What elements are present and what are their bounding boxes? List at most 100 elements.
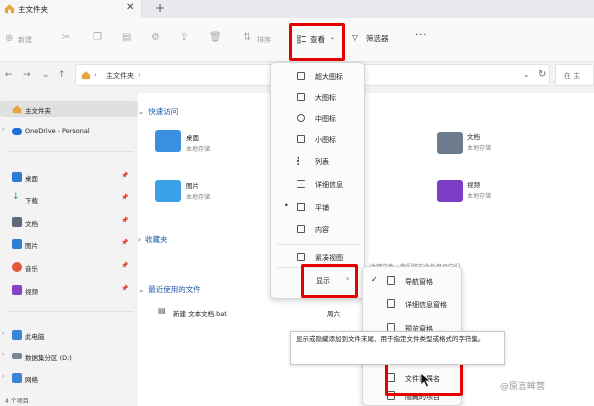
- cut-icon[interactable]: ✂: [62, 32, 74, 44]
- more-options-button[interactable]: ···: [415, 30, 428, 41]
- sidebar-item-home[interactable]: 主文件夹: [0, 101, 138, 117]
- menu-item-label: 详细信息: [315, 181, 343, 189]
- tiles-icon: [297, 203, 305, 211]
- close-tab-icon[interactable]: ✕: [126, 2, 134, 13]
- content-icon: [297, 225, 305, 233]
- tab-title: 主文件夹: [18, 5, 48, 14]
- address-home-icon: [81, 71, 91, 80]
- expand-chevron-icon[interactable]: ›: [2, 351, 4, 358]
- menu-item-show[interactable]: 显示: [316, 276, 330, 286]
- tile-name[interactable]: 桌面: [186, 132, 199, 142]
- refresh-icon[interactable]: ↻: [538, 69, 546, 80]
- menu-item-content[interactable]: 内容: [271, 219, 366, 239]
- menu-item-small-icons[interactable]: 小图标: [271, 129, 366, 149]
- menu-item-medium-icons[interactable]: 中图标: [271, 108, 366, 128]
- tile-name[interactable]: 视频: [467, 179, 480, 189]
- home-icon: [12, 105, 22, 114]
- breadcrumb-separator: ›: [94, 71, 97, 79]
- delete-icon[interactable]: 🗑: [209, 32, 222, 44]
- menu-item-extra-large-icons[interactable]: 超大图标: [271, 66, 366, 86]
- pin-icon: 📌: [121, 285, 129, 292]
- sidebar-item-videos[interactable]: 视频 📌: [0, 282, 138, 298]
- search-box[interactable]: 在 主: [555, 64, 594, 86]
- recent-file-date: 周六: [327, 310, 340, 318]
- small-icons-icon: [297, 135, 305, 143]
- tile-name[interactable]: 图片: [186, 180, 199, 190]
- share-icon[interactable]: ⇪: [180, 32, 192, 44]
- submenu-item-navigation-pane[interactable]: ✓ 导航窗格: [363, 270, 463, 292]
- compact-view-icon: [297, 253, 305, 261]
- back-icon[interactable]: ←: [5, 70, 13, 80]
- sidebar-item-drive-d[interactable]: › 数据集分区 (D:): [0, 348, 138, 364]
- pc-icon: [12, 330, 22, 340]
- recent-file-name[interactable]: 新建 文本文档.bat: [173, 308, 227, 318]
- status-bar-item-count: 4 个项目: [5, 398, 29, 405]
- sidebar-item-label: 音乐: [25, 265, 38, 273]
- search-input[interactable]: 在 主: [564, 71, 580, 81]
- sidebar-item-onedrive[interactable]: › OneDrive - Personal: [0, 123, 138, 139]
- section-title: 快速访问: [148, 107, 179, 116]
- history-chevron-icon[interactable]: ⌄: [42, 70, 50, 80]
- list-icon: [297, 157, 305, 165]
- pin-icon: 📌: [121, 239, 129, 246]
- copy-icon[interactable]: ❐: [93, 32, 105, 44]
- section-recent[interactable]: ⌄ 最近使用的文件: [138, 284, 201, 295]
- forward-icon[interactable]: →: [23, 70, 31, 80]
- section-quick-access[interactable]: ⌄ 快速访问: [138, 106, 178, 117]
- filter-button[interactable]: 筛选器: [366, 33, 389, 44]
- expand-chevron-icon[interactable]: ›: [2, 373, 4, 380]
- details-pane-icon: [387, 299, 395, 308]
- sidebar-item-music[interactable]: 音乐 📌: [0, 259, 138, 275]
- new-button[interactable]: 新建: [18, 35, 32, 45]
- paste-icon[interactable]: ▤: [122, 32, 134, 44]
- expand-chevron-icon[interactable]: ›: [2, 330, 4, 337]
- sort-button[interactable]: 排序: [257, 35, 271, 45]
- divider: [8, 311, 134, 312]
- collapse-chevron-icon[interactable]: ⌄: [138, 285, 144, 294]
- menu-item-list[interactable]: 列表: [271, 151, 366, 171]
- breadcrumb-path[interactable]: 主文件夹: [106, 71, 134, 81]
- sidebar-item-documents[interactable]: 文档 📌: [0, 214, 138, 230]
- tile-subtitle: 本地存储: [467, 145, 492, 152]
- new-tab-button[interactable]: +: [155, 1, 165, 15]
- title-bar: 主文件夹 ✕ +: [0, 0, 594, 18]
- divider: [8, 151, 134, 152]
- menu-item-tiles[interactable]: • 平铺: [271, 197, 366, 217]
- sidebar-item-label: 桌面: [25, 175, 38, 183]
- sidebar-item-network[interactable]: › 网络: [0, 370, 138, 386]
- sidebar-item-label: 视频: [25, 288, 38, 296]
- up-icon[interactable]: ↑: [58, 70, 66, 80]
- video-folder-icon[interactable]: [437, 180, 463, 202]
- tile-subtitle: 本地存储: [186, 146, 211, 153]
- picture-folder-icon[interactable]: [155, 180, 181, 202]
- tile-name[interactable]: 文档: [467, 131, 480, 141]
- expand-chevron-icon[interactable]: ›: [2, 126, 4, 133]
- tab-home[interactable]: 主文件夹 ✕: [0, 0, 142, 18]
- pin-icon: 📌: [121, 172, 129, 179]
- address-dropdown-icon[interactable]: ⌄: [523, 70, 530, 79]
- home-icon: [4, 4, 15, 14]
- extra-large-icons-icon: [297, 72, 305, 80]
- check-icon: ✓: [371, 275, 378, 284]
- desktop-folder-icon[interactable]: [155, 130, 181, 152]
- expand-chevron-icon[interactable]: ›: [138, 235, 141, 244]
- rename-icon[interactable]: ⚙: [151, 32, 163, 44]
- collapse-chevron-icon[interactable]: ⌄: [138, 107, 144, 116]
- sidebar-item-desktop[interactable]: 桌面 📌: [0, 169, 138, 185]
- sidebar-item-pictures[interactable]: 图片 📌: [0, 236, 138, 252]
- sidebar-item-this-pc[interactable]: › 此电脑: [0, 327, 138, 343]
- menu-item-label: 大图标: [315, 94, 336, 102]
- document-folder-icon[interactable]: [437, 132, 463, 154]
- sidebar-item-label: OneDrive - Personal: [25, 127, 90, 135]
- selected-dot-icon: •: [284, 201, 289, 210]
- menu-item-large-icons[interactable]: 大图标: [271, 87, 366, 107]
- submenu-item-details-pane[interactable]: 详细信息窗格: [363, 293, 463, 315]
- section-favorites[interactable]: › 收藏夹: [138, 234, 168, 245]
- section-title: 最近使用的文件: [148, 285, 201, 294]
- sidebar-item-downloads[interactable]: ↓ 下载 📌: [0, 191, 138, 207]
- sidebar-item-label: 此电脑: [25, 333, 45, 341]
- breadcrumb-separator-2: ›: [138, 71, 141, 79]
- view-button[interactable]: 查看: [310, 34, 325, 45]
- menu-item-details[interactable]: 详细信息: [271, 174, 366, 194]
- large-icons-icon: [297, 93, 305, 101]
